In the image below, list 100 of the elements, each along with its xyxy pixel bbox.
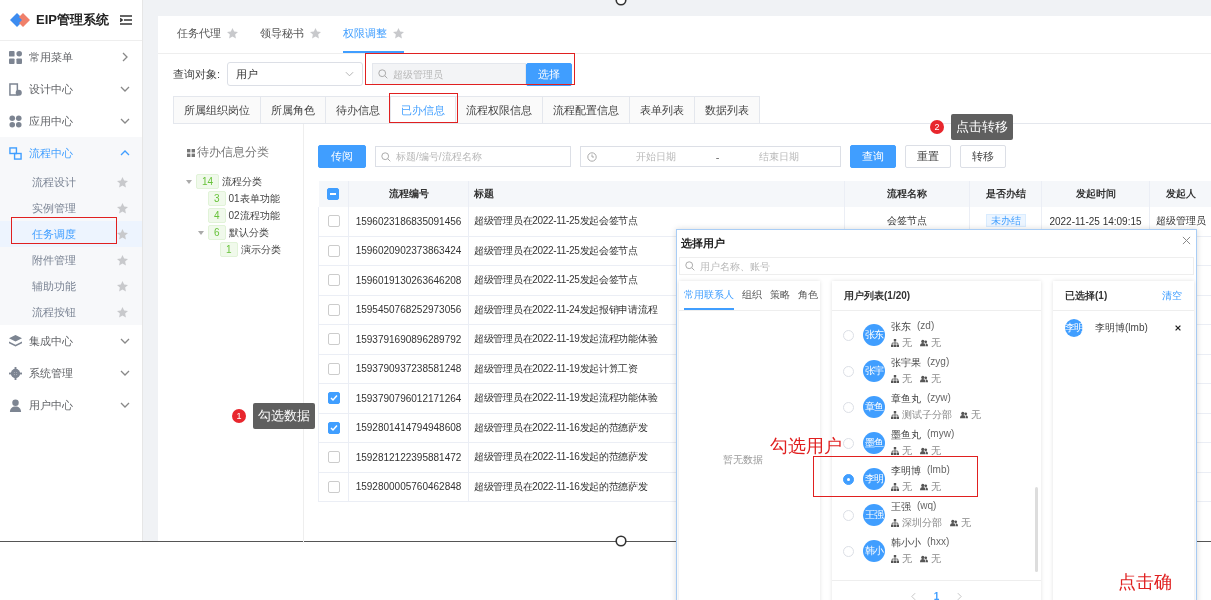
range-separator: - xyxy=(715,150,720,163)
page-tab[interactable]: 领导秘书 xyxy=(260,16,321,53)
info-tab[interactable]: 表单列表 xyxy=(630,96,695,123)
avatar: 张东 xyxy=(863,324,885,346)
submenu-item[interactable]: 流程设计 xyxy=(0,169,142,195)
avatar: 张宇 xyxy=(863,360,885,382)
user-account: (lmb) xyxy=(927,464,950,477)
info-tab[interactable]: 流程配置信息 xyxy=(543,96,630,123)
avatar: 李明 xyxy=(1065,319,1083,337)
tree-node[interactable]: 默认分类 xyxy=(228,225,269,240)
target-select[interactable]: 用户 xyxy=(227,62,364,86)
info-tab[interactable]: 所属角色 xyxy=(261,96,326,123)
avatar: 王强 xyxy=(863,504,885,526)
user-name: 韩小小 xyxy=(891,536,921,550)
toolbar-button[interactable]: 重置 xyxy=(905,145,951,168)
user-org: 无 xyxy=(902,552,912,566)
info-tab[interactable]: 所属组织岗位 xyxy=(173,96,261,123)
menu-item[interactable]: 系统管理 xyxy=(0,357,142,389)
table-cell: 1596019130263646208 xyxy=(348,265,469,295)
empty-text: 暂无数据 xyxy=(723,453,764,467)
toolbar-button[interactable]: 转移 xyxy=(960,145,1006,168)
table-cell: 会签节点 xyxy=(887,215,927,227)
user-name: 李明博 xyxy=(891,464,921,478)
user-role: 无 xyxy=(961,516,971,530)
user-account: (wq) xyxy=(917,500,937,513)
table-cell: 1592812122395881472 xyxy=(348,442,469,472)
user-account: (zd) xyxy=(917,320,935,333)
info-tab[interactable]: 流程权限信息 xyxy=(456,96,543,123)
menu-item[interactable]: 常用菜单 xyxy=(0,41,142,73)
info-tab[interactable]: 待办信息 xyxy=(326,96,391,123)
submenu-item[interactable]: 实例管理 xyxy=(0,195,142,221)
table-cell: 1596020902373863424 xyxy=(348,236,469,266)
user-role: 无 xyxy=(931,444,941,458)
user-role: 无 xyxy=(931,336,941,350)
column-header: 发起人 xyxy=(1149,181,1211,207)
user-name: 王强 xyxy=(891,500,911,514)
tree-heading: 待办信息分类 xyxy=(197,144,269,161)
count-badge: 14 xyxy=(196,174,220,189)
app-title: EIP管理系统 xyxy=(36,11,110,29)
menu-item[interactable]: 设计中心 xyxy=(0,73,142,105)
user-org: 无 xyxy=(902,372,912,386)
user-name: 章鱼丸 xyxy=(891,392,921,406)
query-label: 查询对象: xyxy=(173,66,221,82)
annotation-text: 点击确 xyxy=(1118,572,1172,594)
avatar: 墨鱼 xyxy=(863,432,885,454)
table-cell: 1593790937238581248 xyxy=(348,354,469,384)
user-org: 无 xyxy=(902,480,912,494)
tree-node[interactable]: 01表单功能 xyxy=(228,191,280,206)
count-badge: 1 xyxy=(220,242,238,257)
user-role: 无 xyxy=(931,480,941,494)
user-org: 无 xyxy=(902,444,912,458)
panel-title: 已选择(1) xyxy=(1065,288,1108,303)
search-field[interactable]: 标题/编号/流程名称 xyxy=(375,146,571,167)
column-header: 是否办结 xyxy=(969,181,1042,207)
user-name: 张宇果 xyxy=(891,356,921,370)
status-tag: 未办结 xyxy=(985,214,1026,228)
avatar: 韩小 xyxy=(863,540,885,562)
table-cell: 超级管理员 xyxy=(1155,215,1206,227)
user-org: 测试子分部 xyxy=(902,408,952,422)
table-cell: 1595450768252973056 xyxy=(348,295,469,325)
chosen-user: 李明博(lmb) xyxy=(1095,321,1148,335)
table-cell: 1592801414794948608 xyxy=(348,413,469,443)
submenu-item[interactable]: 流程按钮 xyxy=(0,299,142,325)
count-badge: 6 xyxy=(208,225,226,240)
dialog-title: 选择用户 xyxy=(681,236,725,251)
user-role: 无 xyxy=(931,552,941,566)
avatar: 章鱼 xyxy=(863,396,885,418)
count-badge: 3 xyxy=(208,191,226,206)
info-tab[interactable]: 数据列表 xyxy=(695,96,760,123)
tree-node[interactable]: 02流程功能 xyxy=(228,208,280,223)
user-role: 无 xyxy=(971,408,981,422)
user-org: 无 xyxy=(902,336,912,350)
column-header: 流程编号 xyxy=(348,181,469,207)
menu-item[interactable]: 集成中心 xyxy=(0,325,142,357)
user-name: 张东 xyxy=(891,320,911,334)
table-cell: 1596023186835091456 xyxy=(348,207,469,236)
user-account: (hxx) xyxy=(927,536,950,549)
user-account: (myw) xyxy=(927,428,955,441)
page-tab[interactable]: 任务代理 xyxy=(177,16,238,53)
user-org: 深圳分部 xyxy=(902,516,942,530)
table-cell: 1593791690896289792 xyxy=(348,324,469,354)
user-search-field[interactable]: 用户名称、账号 xyxy=(679,257,1194,275)
submenu-item[interactable]: 附件管理 xyxy=(0,247,142,273)
user-name: 墨鱼丸 xyxy=(891,428,921,442)
table-cell: 1593790796012171264 xyxy=(348,383,469,413)
column-header: 流程名称 xyxy=(844,181,970,207)
submenu-item[interactable]: 辅助功能 xyxy=(0,273,142,299)
tree-node[interactable]: 流程分类 xyxy=(222,174,263,189)
table-cell: 1592800005760462848 xyxy=(348,472,469,502)
user-account: (zyw) xyxy=(927,392,951,405)
tooltip: 点击转移 xyxy=(951,114,1013,140)
count-badge: 4 xyxy=(208,208,226,223)
menu-item[interactable]: 用户中心 xyxy=(0,389,142,421)
tree-node[interactable]: 演示分类 xyxy=(240,242,281,257)
column-header: 标题 xyxy=(468,181,845,207)
table-cell: 2022-11-25 14:09:15 xyxy=(1049,215,1142,227)
user-account: (zyg) xyxy=(927,356,950,369)
avatar: 李明 xyxy=(863,468,885,490)
column-header: 发起时间 xyxy=(1041,181,1150,207)
menu-item[interactable]: 应用中心 xyxy=(0,105,142,137)
